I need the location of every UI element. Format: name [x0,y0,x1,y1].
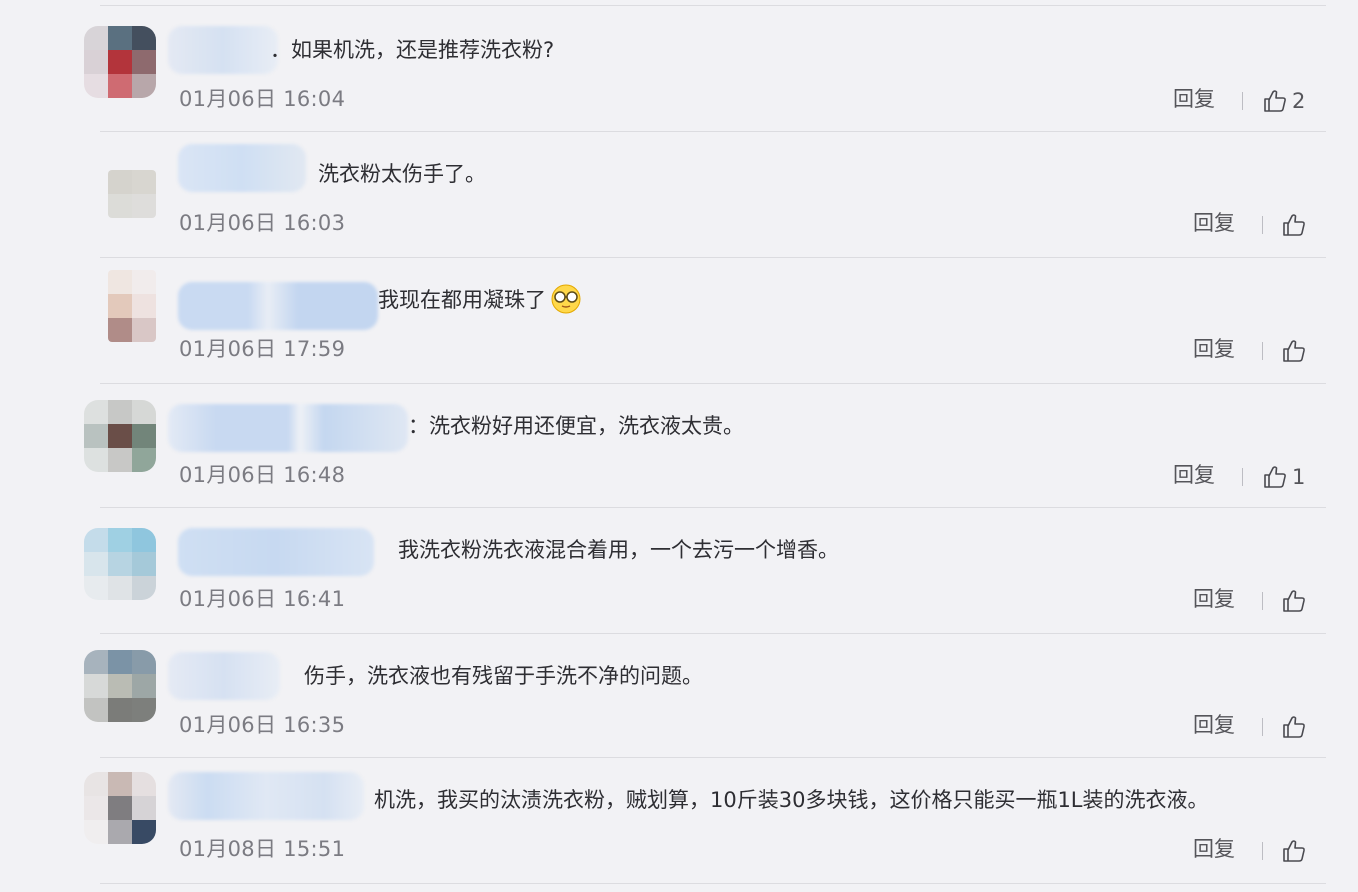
avatar[interactable] [108,170,156,218]
username-blurred[interactable] [168,26,278,74]
username-blurred[interactable] [168,652,280,700]
comment-item: 我洗衣粉洗衣液混合着用，一个去污一个增香。 01月06日 16:41 回复 [0,508,1358,634]
reply-button[interactable]: 回复 [1193,208,1235,238]
thumbs-up-icon [1264,90,1286,112]
reply-button[interactable]: 回复 [1173,84,1215,114]
comment-text: ：洗衣粉好用还便宜，洗衣液太贵。 [408,414,744,438]
thumbs-up-icon [1264,466,1286,488]
glasses-emoji-icon [551,284,581,314]
comment-time: 01月06日 17:59 [179,337,346,361]
reply-button[interactable]: 回复 [1193,834,1235,864]
like-button[interactable]: 1 [1262,462,1305,492]
comment-text: ．如果机洗，还是推荐洗衣粉? [270,38,555,62]
reply-button[interactable]: 回复 [1193,334,1235,364]
comment-time: 01月06日 16:03 [179,211,346,235]
reply-button[interactable]: 回复 [1173,460,1215,490]
comment-item: 我现在都用凝珠了 01月06日 17:59 回复 [0,258,1358,384]
comment-item: 伤手，洗衣液也有残留于手洗不净的问题。 01月06日 16:35 回复 [0,634,1358,760]
comment-item: ：洗衣粉好用还便宜，洗衣液太贵。 01月06日 16:48 回复 1 [0,384,1358,510]
like-button[interactable] [1281,712,1311,742]
like-button[interactable] [1281,336,1311,366]
reply-button[interactable]: 回复 [1193,710,1235,740]
reply-button[interactable]: 回复 [1193,584,1235,614]
action-divider [1262,592,1263,610]
username-blurred[interactable] [178,282,378,330]
thumbs-up-icon [1283,716,1305,738]
username-blurred[interactable] [178,528,374,576]
divider [100,883,1326,884]
action-divider [1262,216,1263,234]
avatar[interactable] [84,400,156,472]
comment-time: 01月08日 15:51 [179,837,346,861]
like-button[interactable] [1281,836,1311,866]
username-blurred[interactable] [178,144,306,192]
comment-text: 我洗衣粉洗衣液混合着用，一个去污一个增香。 [398,538,839,562]
comment-text: 伤手，洗衣液也有残留于手洗不净的问题。 [304,664,703,688]
like-count: 1 [1292,465,1306,489]
comment-text: 机洗，我买的汰渍洗衣粉，贼划算，10斤装30多块钱，这价格只能买一瓶1L装的洗衣… [374,788,1209,812]
comment-time: 01月06日 16:48 [179,463,346,487]
avatar[interactable] [84,650,156,722]
like-button[interactable] [1281,586,1311,616]
action-divider [1242,92,1243,110]
thumbs-up-icon [1283,840,1305,862]
comment-time: 01月06日 16:41 [179,587,346,611]
thumbs-up-icon [1283,590,1305,612]
thumbs-up-icon [1283,340,1305,362]
comment-text: 我现在都用凝珠了 [378,278,582,322]
like-button[interactable] [1281,210,1311,240]
action-divider [1242,468,1243,486]
avatar[interactable] [108,270,156,342]
username-blurred[interactable] [168,772,364,820]
comment-item: 机洗，我买的汰渍洗衣粉，贼划算，10斤装30多块钱，这价格只能买一瓶1L装的洗衣… [0,758,1358,884]
action-divider [1262,718,1263,736]
like-count: 2 [1292,89,1306,113]
comment-item: ．如果机洗，还是推荐洗衣粉? 01月06日 16:04 回复 2 [0,6,1358,132]
comment-time: 01月06日 16:04 [179,87,346,111]
like-button[interactable]: 2 [1262,86,1305,116]
thumbs-up-icon [1283,214,1305,236]
action-divider [1262,842,1263,860]
avatar[interactable] [84,26,156,98]
comment-item: 洗衣粉太伤手了。 01月06日 16:03 回复 [0,132,1358,258]
username-blurred[interactable] [168,404,408,452]
avatar[interactable] [84,772,156,844]
comment-time: 01月06日 16:35 [179,713,346,737]
action-divider [1262,342,1263,360]
comment-text: 洗衣粉太伤手了。 [318,162,486,186]
avatar[interactable] [84,528,156,600]
comment-text-content: 我现在都用凝珠了 [378,288,546,312]
